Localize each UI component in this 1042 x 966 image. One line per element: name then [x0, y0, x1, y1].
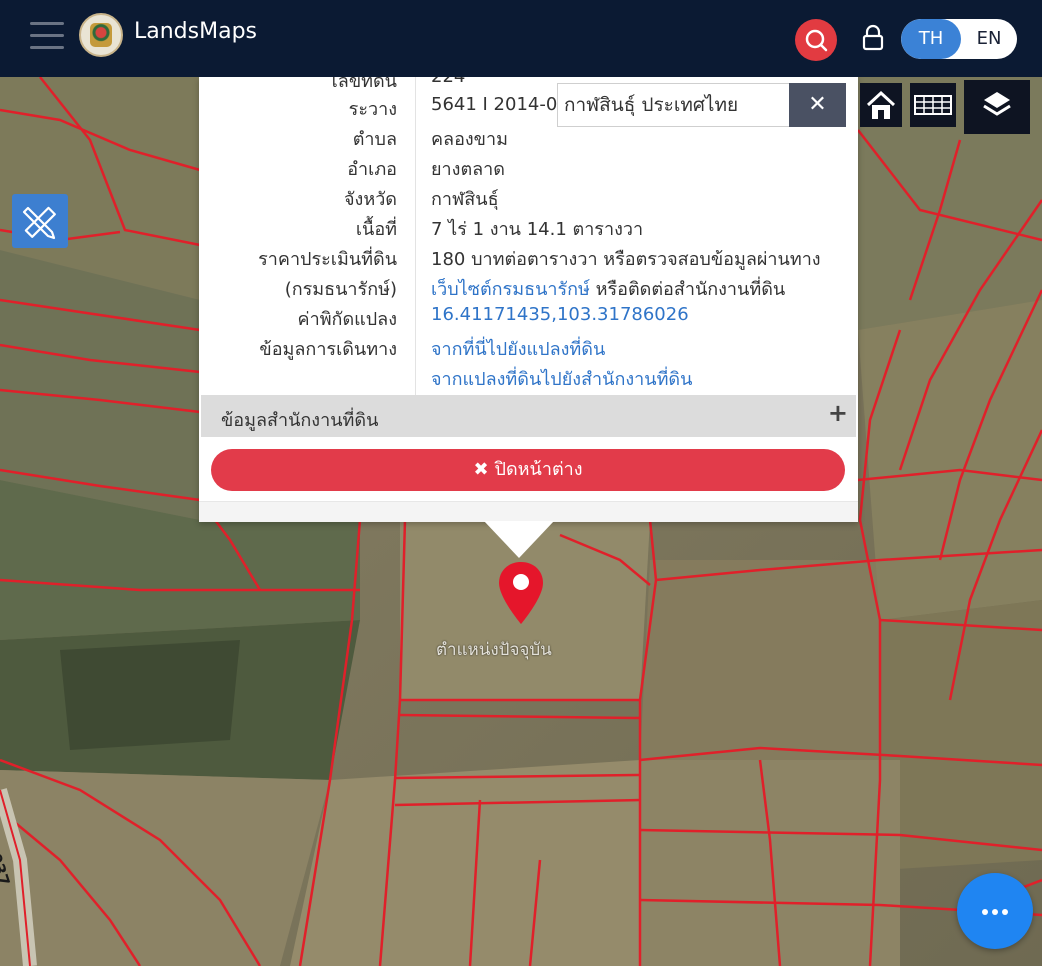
lang-th-button[interactable]: TH: [901, 19, 961, 59]
row-value: เว็บไซต์กรมธนารักษ์ หรือติดต่อสำนักงานที…: [431, 274, 785, 303]
row-area: เนื้อที่ 7 ไร่ 1 งาน 14.1 ตารางวา: [199, 211, 858, 241]
row-value: 5641 I 2014-00: [431, 94, 569, 115]
popup-pointer: [484, 521, 554, 558]
directions-to-office-link[interactable]: จากแปลงที่ดินไปยังสำนักงานที่ดิน: [431, 364, 692, 393]
marker-label: ตำแหน่งปัจจุบัน: [436, 640, 552, 660]
row-key: จังหวัด: [344, 189, 397, 210]
map-pin-icon: [499, 562, 543, 624]
grid-icon: [914, 95, 952, 115]
row-travel-info-2: จากแปลงที่ดินไปยังสำนักงานที่ดิน: [199, 361, 858, 391]
measure-tool-button[interactable]: [12, 194, 68, 248]
row-appraised-price: ราคาประเมินที่ดิน 180 บาทต่อตารางวา หรือ…: [199, 241, 858, 271]
row-key: (กรมธนารักษ์): [284, 279, 397, 300]
hamburger-icon[interactable]: [30, 22, 64, 52]
ruler-pencil-icon: [22, 206, 56, 240]
department-logo[interactable]: [79, 13, 123, 57]
grid-button[interactable]: [910, 83, 956, 127]
home-button[interactable]: [860, 83, 902, 127]
treasury-contact-text: หรือติดต่อสำนักงานที่ดิน: [589, 279, 786, 300]
lang-en-button[interactable]: EN: [961, 19, 1017, 59]
expand-plus-icon[interactable]: +: [828, 399, 848, 427]
row-value: ยางตลาด: [431, 159, 505, 180]
row-value: กาฬสินธุ์: [431, 189, 499, 210]
row-value: คลองขาม: [431, 129, 508, 150]
directions-to-parcel-link[interactable]: จากที่นี่ไปยังแปลงที่ดิน: [431, 334, 605, 363]
row-key: ค่าพิกัดแปลง: [297, 309, 397, 330]
close-window-button[interactable]: ✖ ปิดหน้าต่าง: [211, 449, 845, 491]
row-travel-info: ข้อมูลการเดินทาง จากที่นี่ไปยังแปลงที่ดิ…: [199, 331, 858, 361]
close-icon: ✕: [808, 92, 827, 117]
land-office-section-label: ข้อมูลสำนักงานที่ดิน: [221, 410, 379, 431]
more-dots-icon: [982, 909, 988, 915]
search-clear-button[interactable]: ✕: [789, 83, 846, 127]
lock-icon: [862, 24, 884, 51]
app-title[interactable]: LandsMaps: [134, 19, 257, 44]
row-value: 180 บาทต่อตารางวา หรือตรวจสอบข้อมูลผ่านท…: [431, 249, 821, 270]
row-province: จังหวัด กาฬสินธุ์: [199, 181, 858, 211]
location-marker[interactable]: [496, 560, 546, 626]
row-value: 7 ไร่ 1 งาน 14.1 ตารางวา: [431, 219, 644, 240]
row-key: อำเภอ: [347, 159, 397, 180]
home-icon: [866, 90, 896, 119]
more-options-button[interactable]: [957, 873, 1033, 949]
row-coordinates: ค่าพิกัดแปลง 16.41171435,103.31786026: [199, 301, 858, 331]
row-key: ราคาประเมินที่ดิน: [258, 249, 397, 270]
row-key: ระวาง: [348, 99, 397, 120]
treasury-website-link[interactable]: เว็บไซต์กรมธนารักษ์: [431, 279, 590, 300]
row-key: ข้อมูลการเดินทาง: [259, 339, 397, 360]
close-x-icon: ✖: [473, 459, 489, 480]
parcel-info-popup: เลขที่ดิน 224 ระวาง 5641 I 2014-00 ตำบล …: [199, 77, 858, 522]
top-bar: LandsMaps TH EN: [0, 0, 1042, 77]
layers-button[interactable]: [964, 80, 1030, 134]
search-input[interactable]: [558, 84, 786, 126]
login-button[interactable]: [860, 24, 886, 52]
layers-icon: [983, 92, 1011, 116]
language-toggle: TH EN: [901, 19, 1017, 59]
search-button[interactable]: [795, 19, 837, 61]
close-window-label: ปิดหน้าต่าง: [494, 459, 583, 480]
land-office-section-header[interactable]: ข้อมูลสำนักงานที่ดิน +: [201, 395, 856, 437]
row-value: 224: [431, 77, 465, 87]
row-treasury: (กรมธนารักษ์) เว็บไซต์กรมธนารักษ์ หรือติ…: [199, 271, 858, 301]
more-dots-icon: [1002, 909, 1008, 915]
search-icon: [805, 29, 828, 52]
popup-footer: [199, 501, 858, 522]
row-key: ตำบล: [352, 129, 397, 150]
coordinates-link[interactable]: 16.41171435,103.31786026: [431, 304, 689, 325]
row-district: อำเภอ ยางตลาด: [199, 151, 858, 181]
row-key: เนื้อที่: [355, 219, 397, 240]
search-box: ✕: [557, 83, 846, 127]
more-dots-icon: [992, 909, 998, 915]
